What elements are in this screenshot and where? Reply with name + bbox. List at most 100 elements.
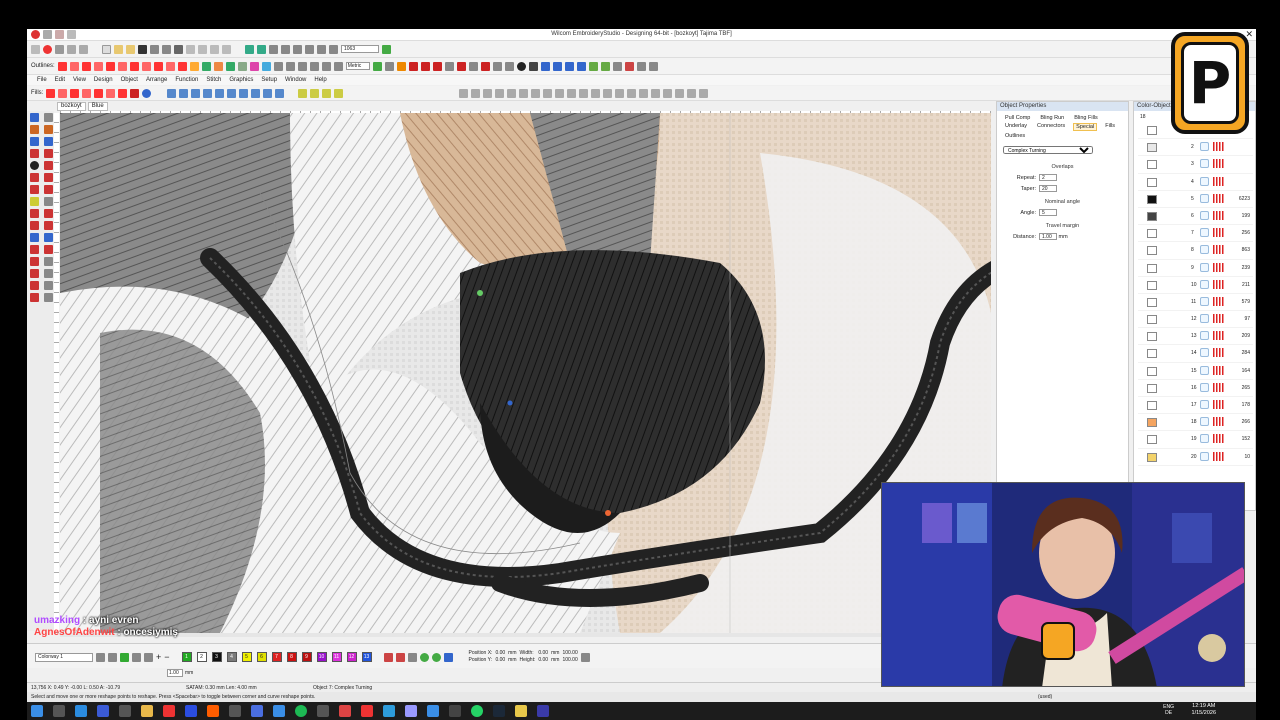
tool-p-icon[interactable] xyxy=(480,61,490,71)
outline-o-icon[interactable] xyxy=(225,61,235,71)
thread-swatch-9[interactable]: 9 xyxy=(301,652,312,662)
palette-f-icon[interactable] xyxy=(383,652,393,662)
view-g-icon[interactable] xyxy=(531,88,541,98)
tool-h-icon[interactable] xyxy=(384,61,394,71)
outline-u-icon[interactable] xyxy=(297,61,307,71)
taper-field[interactable]: 20 xyxy=(1039,185,1057,192)
premiere-icon[interactable] xyxy=(405,705,417,717)
thread-swatch-4[interactable]: 4 xyxy=(226,652,237,662)
star2-tool-icon[interactable] xyxy=(44,281,53,290)
color-object-row[interactable]: 13 209 xyxy=(1138,328,1253,346)
tool-r-icon[interactable] xyxy=(504,61,514,71)
open-folder-icon[interactable] xyxy=(114,44,123,54)
palette-i-icon[interactable] xyxy=(419,652,429,662)
color-object-row[interactable]: 9 239 xyxy=(1138,260,1253,277)
wilcom-taskbar-icon[interactable] xyxy=(537,705,549,717)
applique2-tool-icon[interactable] xyxy=(44,245,53,254)
fill-h-icon[interactable] xyxy=(130,88,140,98)
brave-icon[interactable] xyxy=(361,705,373,717)
position-x-field[interactable]: 0.00 xyxy=(495,650,505,656)
tool-y-icon[interactable] xyxy=(600,61,610,71)
thread-swatch-12[interactable]: 12 xyxy=(346,652,357,662)
menu-view[interactable]: View xyxy=(73,75,86,85)
lock-proportions-icon[interactable] xyxy=(580,652,590,662)
menu-object[interactable]: Object xyxy=(121,75,138,85)
tool-j-icon[interactable] xyxy=(408,61,418,71)
view-e-icon[interactable] xyxy=(507,88,517,98)
distance-field[interactable]: 1.00 xyxy=(1039,233,1057,240)
color-object-row[interactable]: 2 xyxy=(1138,139,1253,157)
tool-ac-icon[interactable] xyxy=(648,61,658,71)
tool-e-icon[interactable] xyxy=(317,44,326,54)
view-p-icon[interactable] xyxy=(639,88,649,98)
tab-connectors[interactable]: Connectors xyxy=(1035,123,1067,131)
zoom-field[interactable]: 1063 xyxy=(341,45,379,53)
tab-underlay[interactable]: Underlay xyxy=(1003,123,1029,131)
print-icon[interactable] xyxy=(150,44,159,54)
reshape-point[interactable] xyxy=(605,510,611,516)
photoshop-icon[interactable] xyxy=(383,705,395,717)
thread-swatch-11[interactable]: 11 xyxy=(331,652,342,662)
thread-swatch-7[interactable]: 7 xyxy=(271,652,282,662)
view-m-icon[interactable] xyxy=(603,88,613,98)
color-object-row[interactable]: 20 10 xyxy=(1138,449,1253,466)
doc-tab-bozkoyt[interactable]: bozkoyt xyxy=(57,102,86,111)
file-explorer-icon[interactable] xyxy=(141,705,153,717)
tool-z-icon[interactable] xyxy=(612,61,622,71)
task-view-icon[interactable] xyxy=(53,705,65,717)
width-field[interactable]: 0.00 xyxy=(538,650,548,656)
thread-swatch-13[interactable]: 13 xyxy=(361,652,372,662)
fill-c-icon[interactable] xyxy=(70,88,80,98)
view-h-icon[interactable] xyxy=(543,88,553,98)
digitize2-tool-icon[interactable] xyxy=(30,173,39,182)
tool-x-icon[interactable] xyxy=(588,61,598,71)
stamp2-tool-icon[interactable] xyxy=(44,293,53,302)
color-object-row[interactable]: 18 266 xyxy=(1138,414,1253,432)
thread-swatch-5[interactable]: 5 xyxy=(241,652,252,662)
thread-swatch-1[interactable]: 1 xyxy=(181,652,192,662)
outline-g-icon[interactable] xyxy=(129,61,139,71)
tab-special[interactable]: Special xyxy=(1073,123,1098,131)
knife-tool-icon[interactable] xyxy=(30,125,39,134)
satin-tool-icon[interactable] xyxy=(30,209,39,218)
run-tool-icon[interactable] xyxy=(44,197,53,206)
fill-e-icon[interactable] xyxy=(94,88,104,98)
outline-i-icon[interactable] xyxy=(153,61,163,71)
horizontal-scrollbar[interactable] xyxy=(60,633,991,637)
align-h-icon[interactable] xyxy=(251,88,261,98)
tool-ab-icon[interactable] xyxy=(636,61,646,71)
print-preview-icon[interactable] xyxy=(162,44,171,54)
view-q-icon[interactable] xyxy=(651,88,661,98)
tool-c-icon[interactable] xyxy=(293,44,302,54)
reshape-tool-icon[interactable] xyxy=(44,113,53,122)
palette-j-icon[interactable] xyxy=(431,652,441,662)
color-object-row[interactable]: 11 579 xyxy=(1138,294,1253,312)
outline-k-icon[interactable] xyxy=(177,61,187,71)
outline-d-icon[interactable] xyxy=(93,61,103,71)
tab-pull-comp[interactable]: Pull Comp xyxy=(1003,115,1032,121)
thread-swatch-8[interactable]: 8 xyxy=(286,652,297,662)
satin2-tool-icon[interactable] xyxy=(44,209,53,218)
edge-icon[interactable] xyxy=(75,705,87,717)
wilcom-icon[interactable] xyxy=(43,44,52,54)
lace-tool-icon[interactable] xyxy=(30,269,39,278)
fill-b-icon[interactable] xyxy=(58,88,68,98)
motif2-tool-icon[interactable] xyxy=(44,257,53,266)
repeat-field[interactable]: 2 xyxy=(1039,174,1057,181)
tool-d-icon[interactable] xyxy=(305,44,314,54)
align-c-icon[interactable] xyxy=(191,88,201,98)
color-object-row[interactable]: 17 178 xyxy=(1138,397,1253,415)
group-d-icon[interactable] xyxy=(334,88,344,98)
start-icon[interactable] xyxy=(31,705,43,717)
color-object-row[interactable]: 3 xyxy=(1138,156,1253,174)
new-file-icon[interactable] xyxy=(102,44,111,54)
outline-j-icon[interactable] xyxy=(165,61,175,71)
shape2-tool-icon[interactable] xyxy=(44,149,53,158)
position-y-field[interactable]: 0.00 xyxy=(495,657,505,663)
view-n-icon[interactable] xyxy=(615,88,625,98)
fill-g-icon[interactable] xyxy=(118,88,128,98)
add-color-icon[interactable]: + xyxy=(156,652,161,662)
align-j-icon[interactable] xyxy=(275,88,285,98)
outline-t-icon[interactable] xyxy=(285,61,295,71)
stitch-tool2-icon[interactable] xyxy=(257,44,266,54)
